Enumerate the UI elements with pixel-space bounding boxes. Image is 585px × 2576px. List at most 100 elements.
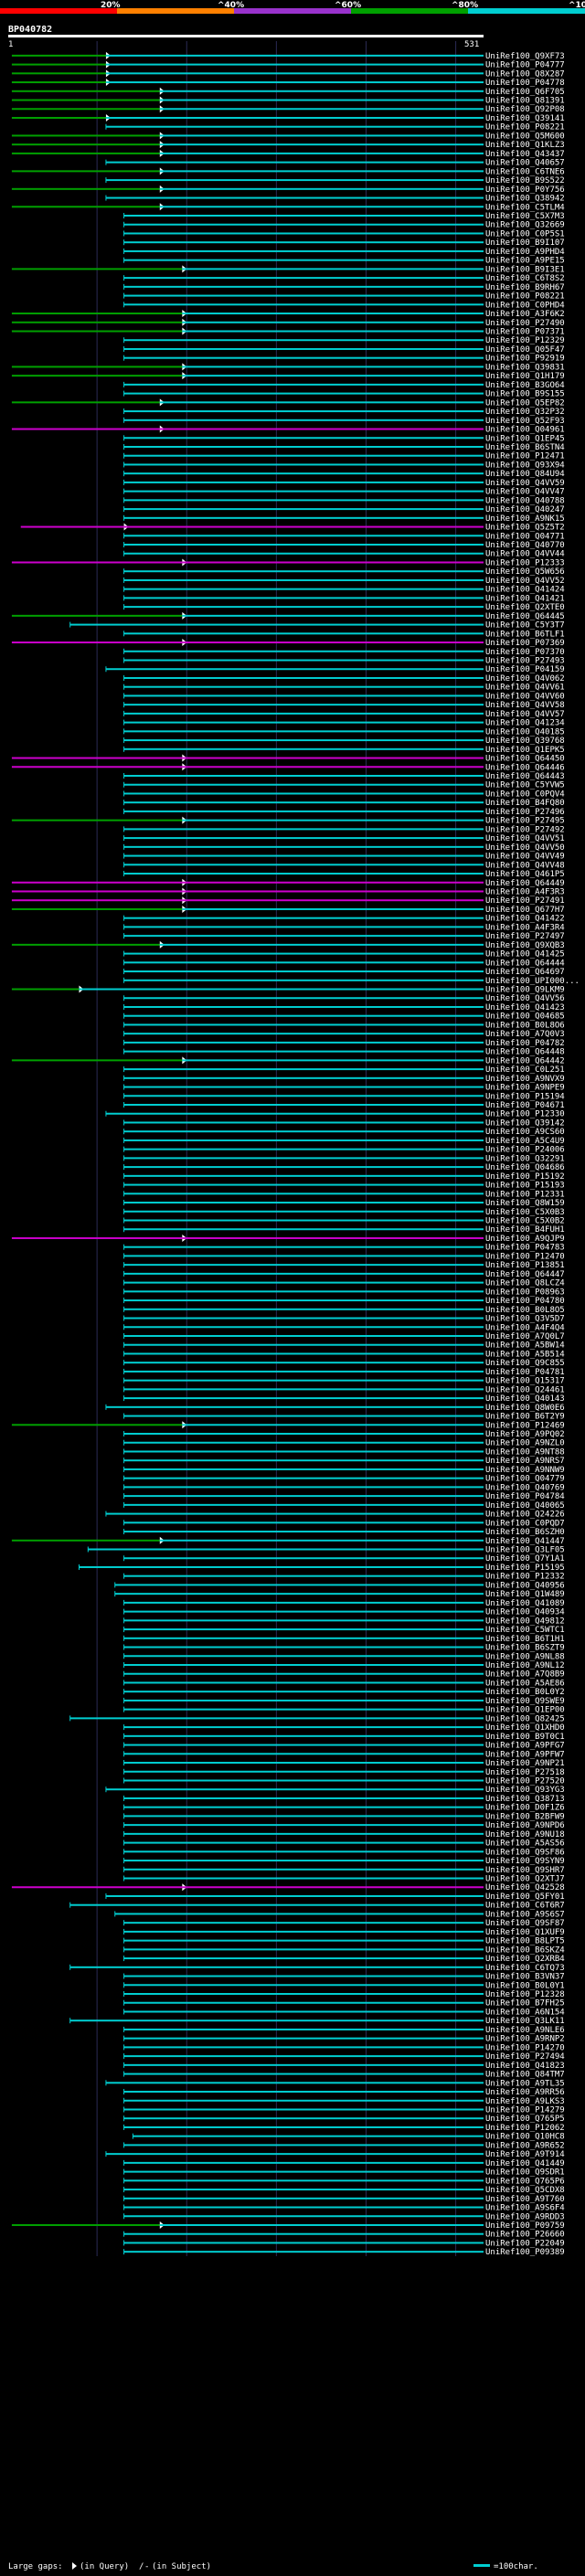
hit-label[interactable]: UniRef100_Q64442 (485, 1056, 565, 1065)
hit-label[interactable]: UniRef100_P15193 (485, 1182, 565, 1191)
hit-label[interactable]: UniRef100_C0P5S1 (485, 229, 565, 239)
hit-label[interactable]: UniRef100_Q8X287 (485, 69, 565, 79)
hit-label[interactable]: UniRef100_C6TNE6 (485, 167, 565, 176)
hit-label[interactable]: UniRef100_Q39768 (485, 737, 565, 746)
hit-label[interactable]: UniRef100_C6TQ73 (485, 1964, 565, 1973)
hit-label[interactable]: UniRef100_B3GO64 (485, 381, 565, 390)
hit-label[interactable]: UniRef100_B6SKZ4 (485, 1945, 565, 1955)
hit-label[interactable]: UniRef100_A4F3R3 (485, 887, 565, 896)
hit-label[interactable]: UniRef100_A9NPD6 (485, 1821, 565, 1830)
hit-label[interactable]: UniRef100_Q4VV58 (485, 701, 565, 710)
hit-label[interactable]: UniRef100_Q5Z5T2 (485, 524, 565, 533)
hit-label[interactable]: UniRef100_B6STN4 (485, 443, 565, 452)
hit-label[interactable]: UniRef100_P27493 (485, 657, 565, 666)
hit-label[interactable]: UniRef100_Q41447 (485, 1537, 565, 1546)
hit-label[interactable]: UniRef100_Q40956 (485, 1581, 565, 1590)
hit-label[interactable]: UniRef100_C6T8S2 (485, 274, 565, 283)
hit-label[interactable]: UniRef100_Q1EPK5 (485, 746, 565, 755)
hit-label[interactable]: UniRef100_Q38942 (485, 195, 565, 204)
hit-label[interactable]: UniRef100_Q38713 (485, 1795, 565, 1804)
hit-label[interactable]: UniRef100_A6N154 (485, 2008, 565, 2017)
hit-label[interactable]: UniRef100_A5C4U9 (485, 1137, 565, 1146)
hit-label[interactable]: UniRef100_P27494 (485, 2052, 565, 2062)
hit-label[interactable]: UniRef100_Q2XRB4 (485, 1955, 565, 1964)
hit-label[interactable]: UniRef100_A9S6S7 (485, 1910, 565, 1919)
hit-label[interactable]: UniRef100_Q41424 (485, 586, 565, 595)
hit-label[interactable]: UniRef100_Q4V062 (485, 674, 565, 684)
hit-label[interactable]: UniRef100_Q3LF05 (485, 1546, 565, 1555)
hit-label[interactable]: UniRef100_P04159 (485, 665, 565, 674)
hit-label[interactable]: UniRef100_A9NT88 (485, 1447, 565, 1457)
hit-label[interactable]: UniRef100_Q81391 (485, 97, 565, 106)
hit-label[interactable]: UniRef100_Q93X94 (485, 461, 565, 470)
hit-label[interactable]: UniRef100_C0PHD4 (485, 301, 565, 310)
hit-label[interactable]: UniRef100_A9NPE9 (485, 1084, 565, 1093)
hit-label[interactable]: UniRef100_Q5W656 (485, 567, 565, 577)
hit-label[interactable]: UniRef100_A9QJP9 (485, 1235, 565, 1244)
hit-label[interactable]: UniRef100_Q64449 (485, 879, 565, 888)
hit-label[interactable]: UniRef100_Q39142 (485, 1118, 565, 1128)
hit-label[interactable]: UniRef100_Q1EP00 (485, 1706, 565, 1715)
hit-label[interactable]: UniRef100_B4FUH1 (485, 1225, 565, 1235)
hit-label[interactable]: UniRef100_C5Y3T7 (485, 621, 565, 631)
hit-label[interactable]: UniRef100_Q39141 (485, 114, 565, 123)
hit-label[interactable]: UniRef100_P04780 (485, 1297, 565, 1306)
hit-label[interactable]: UniRef100_P12471 (485, 452, 565, 461)
hit-label[interactable]: UniRef100_Q40770 (485, 541, 565, 550)
hit-label[interactable]: UniRef100_Q4VV57 (485, 710, 565, 719)
hit-label[interactable]: UniRef100_P12331 (485, 1190, 565, 1199)
hit-label[interactable]: UniRef100_Q4VV47 (485, 488, 565, 497)
hit-label[interactable]: UniRef100_P04784 (485, 1492, 565, 1501)
hit-label[interactable]: UniRef100_B9S522 (485, 176, 565, 186)
hit-label[interactable]: UniRef100_Q2XTJ7 (485, 1875, 565, 1884)
hit-label[interactable]: UniRef100_Q93YG3 (485, 1786, 565, 1795)
hit-label[interactable]: UniRef100_Q04961 (485, 426, 565, 435)
hit-label[interactable]: UniRef100_P12062 (485, 2124, 565, 2133)
hit-label[interactable]: UniRef100_Q04685 (485, 1012, 565, 1022)
hit-label[interactable]: UniRef100_P27490 (485, 319, 565, 328)
hit-label[interactable]: UniRef100_A9RDD3 (485, 2212, 565, 2221)
hit-label[interactable]: UniRef100_C5YVW5 (485, 781, 565, 790)
hit-label[interactable]: UniRef100_A5AE86 (485, 1679, 565, 1688)
hit-label[interactable]: UniRef100_B9RH67 (485, 283, 565, 292)
hit-label[interactable]: UniRef100_P22049 (485, 2239, 565, 2248)
hit-label[interactable]: UniRef100_P04782 (485, 1039, 565, 1048)
hit-label[interactable]: UniRef100_P04671 (485, 1101, 565, 1110)
hit-label[interactable]: UniRef100_Q04686 (485, 1163, 565, 1172)
hit-label[interactable]: UniRef100_A9CS60 (485, 1128, 565, 1137)
hit-label[interactable]: UniRef100_P14279 (485, 2105, 565, 2115)
hit-label[interactable]: UniRef100_C5X0B2 (485, 1216, 565, 1225)
hit-label[interactable]: UniRef100_P12469 (485, 1421, 565, 1430)
hit-label[interactable]: UniRef100_Q1H179 (485, 372, 565, 381)
hit-label[interactable]: UniRef100_Q3V5D7 (485, 1315, 565, 1324)
hit-label[interactable]: UniRef100_P04777 (485, 61, 565, 70)
hit-label[interactable]: UniRef100_Q6F705 (485, 88, 565, 97)
hit-label[interactable]: UniRef100_A9NL12 (485, 1661, 565, 1670)
hit-label[interactable]: UniRef100_B6T1H1 (485, 1635, 565, 1644)
hit-label[interactable]: UniRef100_C5X7M3 (485, 212, 565, 221)
hit-label[interactable]: UniRef100_P12330 (485, 1110, 565, 1119)
hit-label[interactable]: UniRef100_Q64446 (485, 763, 565, 772)
hit-label[interactable]: UniRef100_P12470 (485, 1252, 565, 1261)
hit-label[interactable]: UniRef100_A9NP21 (485, 1759, 565, 1768)
hit-label[interactable]: UniRef100_Q41423 (485, 1003, 565, 1012)
hit-label[interactable]: UniRef100_P26660 (485, 2231, 565, 2240)
hit-label[interactable]: UniRef100_Q39831 (485, 363, 565, 372)
hit-label[interactable]: UniRef100_P27520 (485, 1776, 565, 1786)
hit-label[interactable]: UniRef100_B9I107 (485, 239, 565, 248)
hit-label[interactable]: UniRef100_Q40185 (485, 727, 565, 737)
hit-label[interactable]: UniRef100_A9NL88 (485, 1652, 565, 1661)
hit-label[interactable]: UniRef100_Q52F93 (485, 417, 565, 426)
hit-label[interactable]: UniRef100_B9T0C1 (485, 1733, 565, 1742)
hit-label[interactable]: UniRef100_P92919 (485, 355, 565, 364)
hit-label[interactable]: UniRef100_Q64450 (485, 755, 565, 764)
hit-label[interactable]: UniRef100_Q40934 (485, 1608, 565, 1617)
hit-label[interactable]: UniRef100_Q32669 (485, 221, 565, 230)
hit-label[interactable]: UniRef100_P15194 (485, 1092, 565, 1101)
hit-label[interactable]: UniRef100_A9TL35 (485, 2079, 565, 2088)
hit-label[interactable]: UniRef100_Q04779 (485, 1475, 565, 1484)
hit-label[interactable]: UniRef100_P27495 (485, 817, 565, 826)
hit-label[interactable]: UniRef100_A5B514 (485, 1350, 565, 1359)
hit-label[interactable]: UniRef100_Q461P5 (485, 870, 565, 879)
hit-label[interactable]: UniRef100_Q15317 (485, 1377, 565, 1386)
